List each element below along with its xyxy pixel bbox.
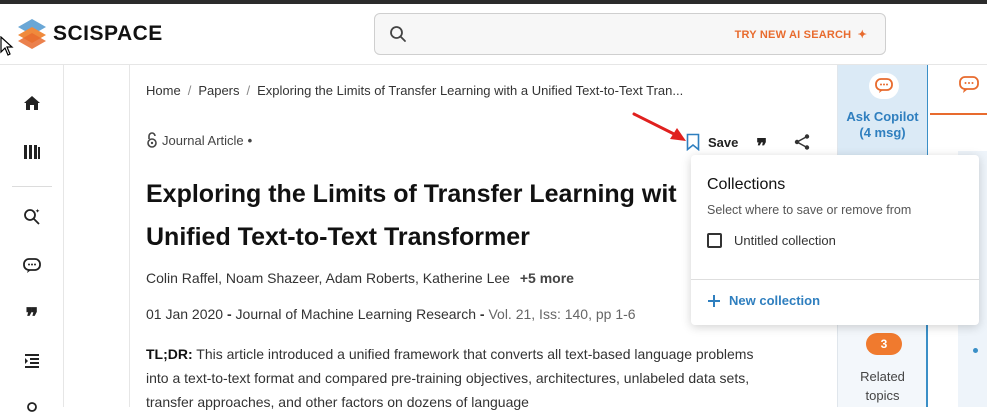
collection-item-label: Untitled collection bbox=[734, 233, 836, 248]
ai-search-cta-label: TRY NEW AI SEARCH bbox=[734, 29, 852, 41]
collections-subtitle: Select where to save or remove from bbox=[707, 203, 912, 217]
chat-tab-icon[interactable] bbox=[958, 75, 980, 95]
popover-divider bbox=[691, 279, 979, 280]
logo-mark-icon bbox=[18, 19, 46, 49]
related-topics-label-2: topics bbox=[865, 388, 900, 403]
library-icon[interactable] bbox=[20, 140, 44, 164]
article-type-dot: • bbox=[247, 132, 253, 148]
chat-tab-indicator bbox=[930, 113, 987, 115]
copilot-label: Ask Copilot bbox=[846, 109, 919, 124]
journal-name[interactable]: Journal of Machine Learning Research bbox=[236, 306, 476, 322]
save-label: Save bbox=[708, 134, 739, 150]
article-type: Journal Article • bbox=[146, 132, 252, 148]
settings-icon[interactable] bbox=[20, 395, 44, 419]
left-sidebar: ✦ ❞ bbox=[0, 65, 64, 412]
svg-text:✦: ✦ bbox=[35, 208, 40, 215]
collections-popover: Collections Select where to save or remo… bbox=[691, 155, 979, 325]
volume-info: Vol. 21, Iss: 140, pp 1-6 bbox=[488, 306, 636, 322]
collection-checkbox[interactable] bbox=[707, 233, 722, 248]
open-access-icon bbox=[147, 132, 157, 148]
annotation-arrow-icon bbox=[632, 112, 686, 141]
sparkle-icon: ✦ bbox=[857, 29, 867, 41]
authors: Colin Raffel, Noam Shazeer, Adam Roberts… bbox=[146, 270, 574, 286]
search-doc-icon[interactable]: ✦ bbox=[20, 205, 44, 229]
related-topics-label-1: Related bbox=[860, 369, 905, 384]
outline-icon[interactable] bbox=[20, 349, 44, 373]
publication-meta: 01 Jan 2020 - Journal of Machine Learnin… bbox=[146, 306, 636, 322]
sidebar-divider bbox=[12, 186, 52, 187]
publication-date: 01 Jan 2020 bbox=[146, 306, 224, 322]
search-icon bbox=[390, 26, 406, 42]
cite-button[interactable]: ❞ bbox=[756, 136, 767, 156]
breadcrumb: Home / Papers / Exploring the Limits of Tran… bbox=[146, 83, 684, 98]
tldr-summary: TL;DR: This article introduced a unified… bbox=[146, 342, 766, 414]
tldr-text: This article introduced a unified framew… bbox=[146, 346, 754, 410]
share-icon[interactable] bbox=[793, 133, 811, 151]
scispace-logo[interactable]: SCISPACE bbox=[18, 19, 163, 49]
app-header: SCISPACE TRY NEW AI SEARCH ✦ bbox=[0, 4, 987, 65]
mouse-cursor-icon bbox=[0, 36, 14, 56]
chat-icon[interactable] bbox=[20, 253, 44, 277]
collection-item[interactable]: Untitled collection bbox=[707, 233, 836, 248]
breadcrumb-home[interactable]: Home bbox=[146, 83, 181, 98]
author-list[interactable]: Colin Raffel, Noam Shazeer, Adam Roberts… bbox=[146, 270, 510, 286]
paper-actions: Save ❞ bbox=[686, 129, 811, 156]
more-authors-link[interactable]: +5 more bbox=[520, 270, 574, 286]
copilot-msg-count: (4 msg) bbox=[859, 125, 906, 140]
ai-search-cta[interactable]: TRY NEW AI SEARCH ✦ bbox=[735, 28, 867, 41]
bullet-dot bbox=[973, 348, 978, 353]
home-icon[interactable] bbox=[20, 91, 44, 115]
breadcrumb-current: Exploring the Limits of Transfer Learnin… bbox=[257, 83, 684, 98]
article-type-label: Journal Article bbox=[162, 132, 244, 148]
copilot-chat-icon bbox=[869, 73, 899, 99]
plus-icon bbox=[708, 294, 720, 307]
quote-icon[interactable]: ❞ bbox=[20, 301, 44, 329]
ask-copilot-button[interactable]: Ask Copilot (4 msg) bbox=[838, 65, 927, 155]
related-topics-count-badge[interactable]: 3 bbox=[866, 333, 902, 355]
app-name: SCISPACE bbox=[53, 22, 163, 45]
new-collection-button[interactable]: New collection bbox=[707, 293, 820, 308]
breadcrumb-papers[interactable]: Papers bbox=[198, 83, 239, 98]
search-bar[interactable]: TRY NEW AI SEARCH ✦ bbox=[374, 13, 886, 55]
tldr-label: TL;DR: bbox=[146, 346, 193, 362]
save-button[interactable]: Save bbox=[686, 133, 756, 151]
related-topics-button[interactable]: Related topics bbox=[838, 367, 927, 405]
new-collection-label: New collection bbox=[729, 293, 821, 308]
collections-title: Collections bbox=[707, 176, 786, 193]
